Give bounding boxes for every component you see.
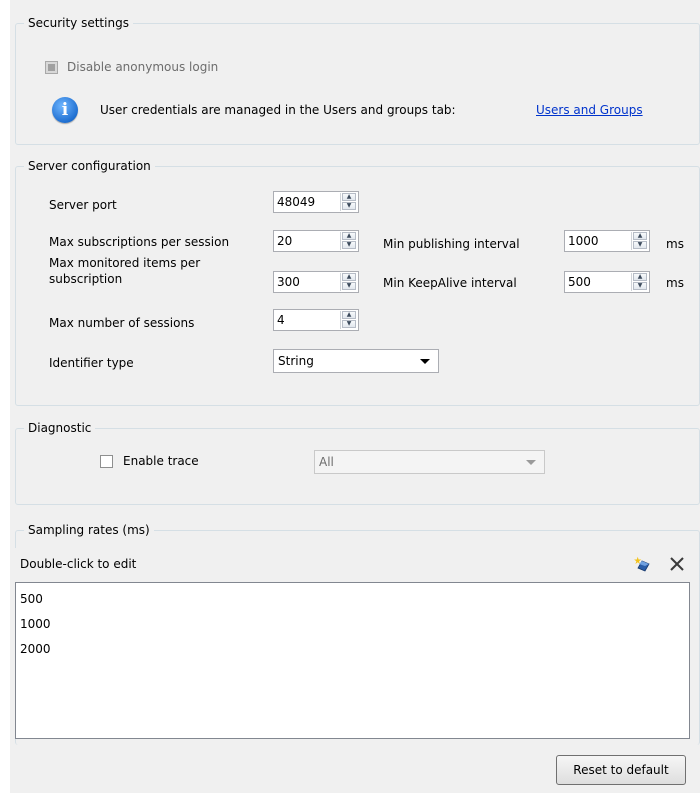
list-item[interactable]: 1000 (20, 616, 51, 632)
spin-up-icon[interactable]: ▲ (633, 232, 647, 240)
trace-level-value: All (319, 455, 334, 469)
security-settings-legend: Security settings (24, 15, 133, 31)
max-sessions-stepper[interactable]: 4 ▲ ▼ (273, 309, 359, 331)
max-monitored-items-value: 300 (277, 275, 300, 289)
spin-down-icon[interactable]: ▼ (342, 241, 356, 249)
spin-down-icon[interactable]: ▼ (342, 202, 356, 210)
spin-down-icon[interactable]: ▼ (633, 241, 647, 249)
spin-up-icon[interactable]: ▲ (342, 193, 356, 201)
min-publishing-interval-unit: ms (666, 237, 684, 251)
max-monitored-items-label: Max monitored items per (49, 256, 201, 270)
info-icon: i (52, 97, 78, 123)
disable-anonymous-login-label: Disable anonymous login (67, 60, 219, 74)
reset-to-default-button[interactable]: Reset to default (556, 755, 686, 785)
add-new-item-icon[interactable] (633, 555, 651, 573)
trace-level-select[interactable]: All (314, 450, 545, 474)
server-configuration-legend: Server configuration (24, 158, 155, 174)
min-publishing-interval-value: 1000 (568, 234, 599, 248)
delete-icon[interactable] (669, 556, 685, 572)
credentials-info-text: User credentials are managed in the User… (100, 103, 456, 117)
list-item[interactable]: 2000 (20, 641, 51, 657)
min-keepalive-interval-unit: ms (666, 276, 684, 290)
server-port-value: 48049 (277, 195, 316, 209)
spin-up-icon[interactable]: ▲ (342, 232, 356, 240)
spin-down-icon[interactable]: ▼ (342, 320, 356, 328)
max-monitored-items-stepper[interactable]: 300 ▲ ▼ (273, 271, 359, 293)
users-and-groups-link[interactable]: Users and Groups (536, 103, 643, 117)
enable-trace-label: Enable trace (123, 454, 199, 468)
max-subscriptions-label: Max subscriptions per session (49, 235, 230, 249)
disable-anonymous-login-checkbox[interactable] (45, 61, 58, 74)
server-port-stepper[interactable]: 48049 ▲ ▼ (273, 191, 359, 213)
identifier-type-value: String (278, 354, 314, 368)
max-monitored-items-label-line2: subscription (49, 272, 123, 286)
enable-trace-checkbox[interactable] (100, 455, 113, 468)
server-port-label: Server port (49, 198, 117, 212)
identifier-type-label: Identifier type (49, 356, 134, 370)
diagnostic-legend: Diagnostic (24, 420, 96, 436)
max-subscriptions-stepper[interactable]: 20 ▲ ▼ (273, 230, 359, 252)
chevron-down-icon (526, 460, 536, 465)
identifier-type-select[interactable]: String (273, 349, 439, 373)
spin-up-icon[interactable]: ▲ (342, 311, 356, 319)
spin-down-icon[interactable]: ▼ (342, 282, 356, 290)
min-keepalive-interval-stepper[interactable]: 500 ▲ ▼ (564, 271, 650, 293)
min-publishing-interval-stepper[interactable]: 1000 ▲ ▼ (564, 230, 650, 252)
spin-up-icon[interactable]: ▲ (342, 273, 356, 281)
sampling-rates-list[interactable]: 500 1000 2000 (15, 582, 690, 739)
min-publishing-interval-label: Min publishing interval (383, 237, 520, 251)
max-sessions-value: 4 (277, 313, 285, 327)
security-settings-group: Security settings (15, 15, 700, 145)
list-item[interactable]: 500 (20, 591, 43, 607)
spin-down-icon[interactable]: ▼ (633, 282, 647, 290)
double-click-hint: Double-click to edit (20, 557, 137, 571)
chevron-down-icon (420, 359, 430, 364)
spin-up-icon[interactable]: ▲ (633, 273, 647, 281)
sampling-rates-legend: Sampling rates (ms) (24, 522, 154, 538)
min-keepalive-interval-value: 500 (568, 275, 591, 289)
max-sessions-label: Max number of sessions (49, 316, 195, 330)
max-subscriptions-value: 20 (277, 234, 293, 248)
sampling-rates-toolbar: Double-click to edit (15, 548, 690, 582)
min-keepalive-interval-label: Min KeepAlive interval (383, 276, 517, 290)
